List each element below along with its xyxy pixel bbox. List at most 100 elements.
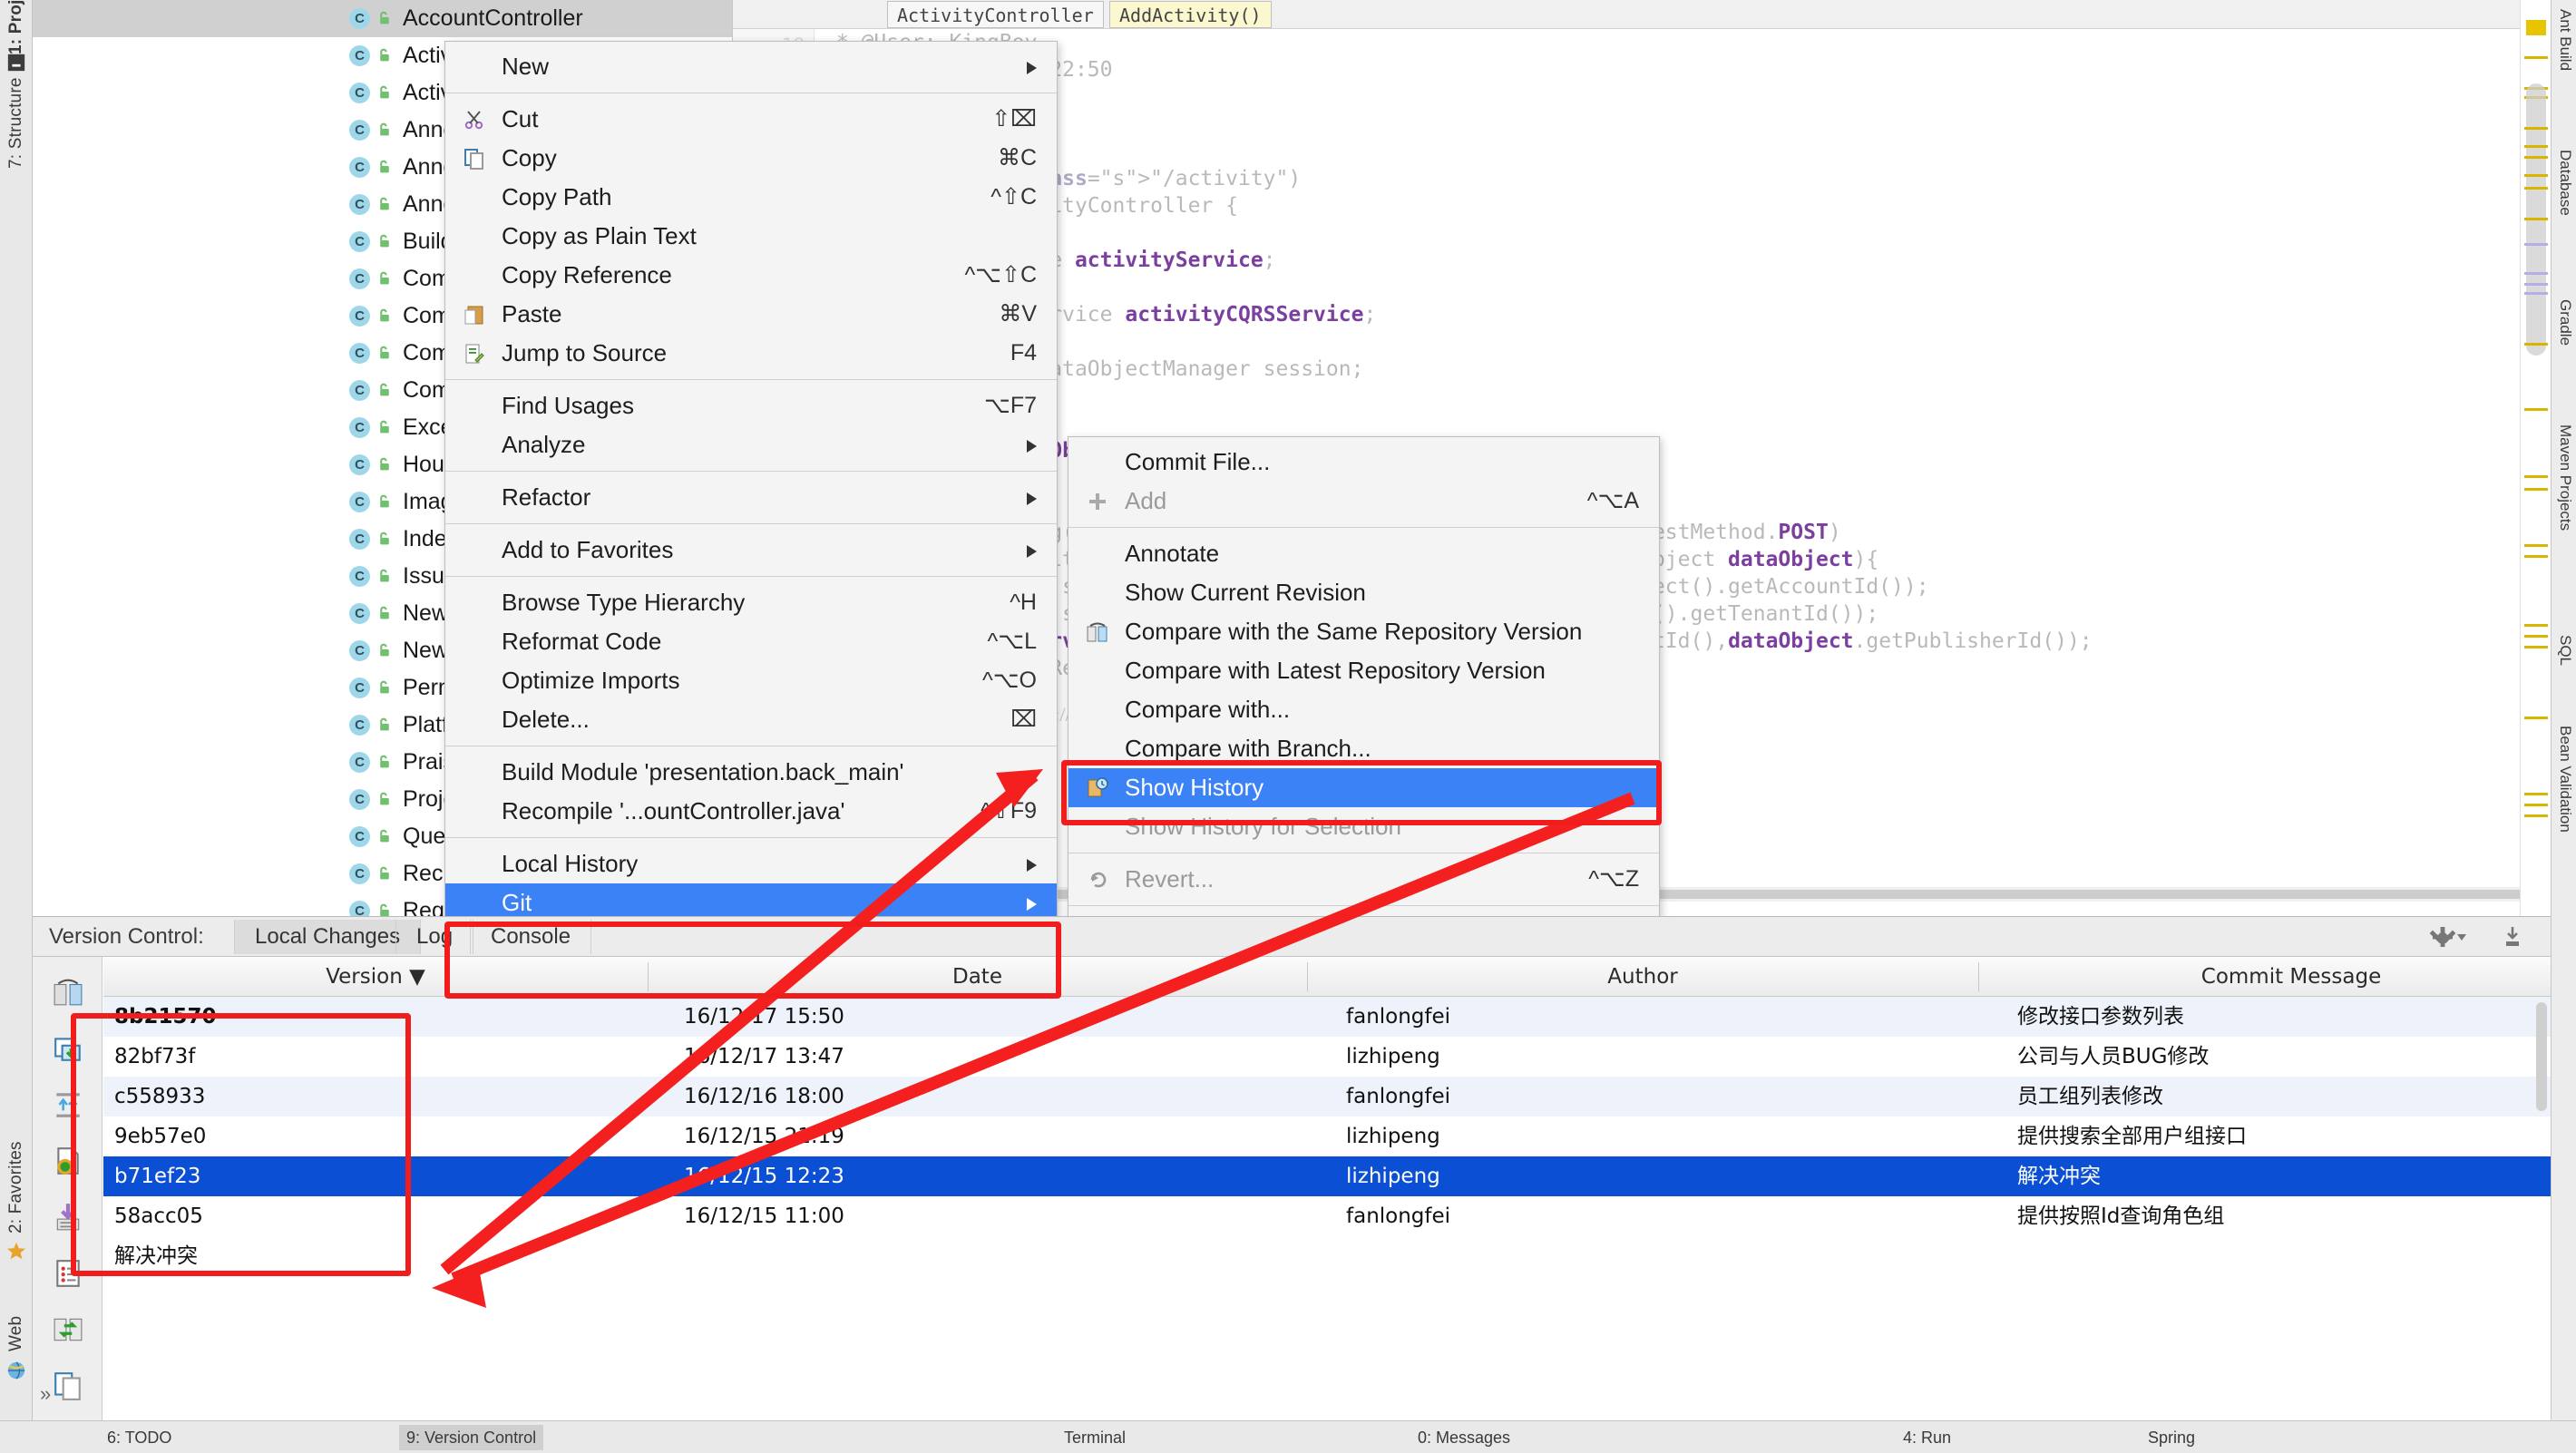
commit-history-table[interactable]: Version ▼ Date Author Commit Message 8b2… (103, 957, 2551, 1421)
git-menu-item-commit-file[interactable]: Commit File... (1068, 443, 1659, 482)
menu-item-label: Analyze (502, 431, 586, 458)
menu-item-paste[interactable]: Paste⌘V (445, 295, 1057, 334)
editor-marker-strip[interactable] (2520, 0, 2551, 916)
history-icon (1087, 777, 1108, 799)
menu-item-copy-as-plain-text[interactable]: Copy as Plain Text (445, 217, 1057, 256)
menu-item-label: Recompile '...ountController.java' (502, 797, 844, 824)
status-terminal[interactable]: Terminal (1057, 1425, 1133, 1450)
menu-item-accelerator: ⌥F7 (984, 386, 1037, 425)
git-menu-item-revert[interactable]: Revert...^⌥Z (1068, 860, 1659, 899)
commit-changes-icon[interactable] (53, 1089, 83, 1120)
sidebar-tab-ant-build[interactable]: Ant Build (2556, 9, 2574, 127)
menu-item-jump-to-source[interactable]: Jump to SourceF4 (445, 334, 1057, 373)
menu-item-find-usages[interactable]: Find Usages⌥F7 (445, 386, 1057, 425)
git-submenu[interactable]: Commit File...Add^⌥A AnnotateShow Current… (1068, 436, 1660, 958)
git-menu-item-add[interactable]: Add^⌥A (1068, 482, 1659, 521)
cell-commit-message: 解决冲突 (2017, 1156, 2101, 1196)
menu-item-copy-reference[interactable]: Copy Reference^⌥⇧C (445, 256, 1057, 295)
table-vscrollbar[interactable] (2536, 1002, 2547, 1111)
git-menu-item-show-current-revision[interactable]: Show Current Revision (1068, 573, 1659, 612)
lock-icon (377, 642, 393, 658)
menu-item-label: Git (502, 889, 532, 916)
menu-item-add-to-favorites[interactable]: Add to Favorites (445, 531, 1057, 570)
git-menu-item-annotate[interactable]: Annotate (1068, 534, 1659, 573)
gear-icon[interactable] (2429, 925, 2469, 949)
menu-item-accelerator: ⌘C (998, 139, 1037, 178)
vc-tab-local-changes[interactable]: Local Changes (234, 920, 421, 954)
menu-item-copy-path[interactable]: Copy Path^⇧C (445, 178, 1057, 217)
cell-commit-message: 员工组列表修改 (2017, 1077, 2163, 1117)
menu-item-delete[interactable]: Delete...⌧ (445, 700, 1057, 739)
compare-icon[interactable] (53, 977, 83, 1008)
expand-chevron-icon[interactable]: » (40, 1382, 51, 1406)
class-icon: C (349, 194, 370, 215)
git-menu-item-compare-same-repo-version[interactable]: Compare with the Same Repository Version (1068, 612, 1659, 651)
status-run[interactable]: 4: Run (1896, 1425, 1958, 1450)
breadcrumb-method[interactable]: AddActivity() (1109, 1, 1272, 28)
sidebar-tab-database[interactable]: Database (2556, 150, 2574, 277)
cell-version: c558933 (114, 1077, 205, 1117)
copy-icon (463, 148, 485, 170)
status-spring[interactable]: Spring (2141, 1425, 2202, 1450)
table-row[interactable]: 82bf73f16/12/17 13:47lizhipeng公司与人员BUG修改 (103, 1037, 2551, 1077)
hide-panel-icon[interactable] (2500, 925, 2525, 949)
version-control-panel: Version Control: Local Changes Log Conso… (33, 916, 2551, 1420)
sidebar-tab-sql[interactable]: SQL (2556, 635, 2574, 698)
move-changes-icon[interactable] (53, 1314, 83, 1345)
changelist-icon[interactable] (53, 1258, 83, 1289)
table-row-detail[interactable]: 解决冲突 (103, 1236, 2551, 1276)
git-menu-item-compare-latest-repo-version[interactable]: Compare with Latest Repository Version (1068, 651, 1659, 690)
minimize-icon[interactable] (6, 53, 26, 73)
cell-version: 82bf73f (114, 1037, 195, 1077)
update-project-icon[interactable] (53, 1033, 83, 1064)
sidebar-tab-web[interactable]: Web (6, 1288, 26, 1351)
menu-item-accelerator: ^⌥O (982, 661, 1037, 700)
menu-item-build-module[interactable]: Build Module 'presentation.back_main' (445, 753, 1057, 792)
column-date[interactable]: Date (648, 957, 1307, 997)
table-row[interactable]: 58acc0516/12/15 11:00fanlongfei提供按照Id查询角… (103, 1196, 2551, 1236)
git-menu-item-compare-with[interactable]: Compare with... (1068, 690, 1659, 729)
sort-desc-icon: ▼ (409, 965, 425, 989)
status-todo[interactable]: 6: TODO (100, 1425, 179, 1450)
sidebar-tab-bean-validation[interactable]: Bean Validation (2556, 726, 2574, 907)
copy-icon[interactable] (53, 1370, 83, 1401)
menu-item-label: Reformat Code (502, 628, 661, 655)
vc-tab-console[interactable]: Console (470, 920, 591, 954)
git-menu-item-compare-with-branch[interactable]: Compare with Branch... (1068, 729, 1659, 768)
shelve-changes-icon[interactable] (53, 1202, 83, 1233)
status-messages[interactable]: 0: Messages (1410, 1425, 1517, 1450)
menu-item-refactor[interactable]: Refactor (445, 478, 1057, 517)
sidebar-tab-maven-projects[interactable]: Maven Projects (2556, 424, 2574, 606)
sidebar-tab-gradle[interactable]: Gradle (2556, 299, 2574, 399)
class-icon: C (349, 752, 370, 773)
menu-item-recompile[interactable]: Recompile '...ountController.java'^⇧F9 (445, 792, 1057, 831)
status-version-control[interactable]: 9: Version Control (399, 1425, 543, 1450)
menu-item-browse-type-hierarchy[interactable]: Browse Type Hierarchy^H (445, 583, 1057, 622)
menu-item-copy[interactable]: Copy⌘C (445, 139, 1057, 178)
vc-tab-log[interactable]: Log (395, 920, 473, 954)
class-icon: C (349, 789, 370, 810)
menu-item-local-history[interactable]: Local History (445, 844, 1057, 883)
sidebar-tab-favorites[interactable]: 2: Favorites (6, 1079, 26, 1234)
git-menu-item-show-history[interactable]: Show History (1068, 768, 1659, 807)
menu-item-analyze[interactable]: Analyze (445, 425, 1057, 464)
column-commit-message[interactable]: Commit Message (1978, 957, 2576, 997)
menu-item-accelerator: ^⌥L (988, 622, 1037, 661)
column-author[interactable]: Author (1307, 957, 1978, 997)
menu-item-optimize-imports[interactable]: Optimize Imports^⌥O (445, 661, 1057, 700)
column-version[interactable]: Version ▼ (103, 957, 648, 997)
breadcrumb-class[interactable]: ActivityController (887, 1, 1104, 28)
git-menu-item-show-history-for-selection[interactable]: Show History for Selection (1068, 807, 1659, 846)
menu-item-cut[interactable]: Cut⇧⌧ (445, 100, 1057, 139)
table-row[interactable]: b71ef2316/12/15 12:23lizhipeng解决冲突 (103, 1156, 2551, 1196)
menu-item-reformat-code[interactable]: Reformat Code ^⌥L (445, 622, 1057, 661)
class-icon: C (349, 306, 370, 327)
lock-icon (377, 828, 393, 844)
rollback-icon[interactable] (53, 1146, 83, 1176)
menu-item-new[interactable]: New (445, 47, 1057, 86)
tree-item[interactable]: CAccountController (33, 0, 732, 37)
chevron-right-icon (1027, 62, 1037, 74)
table-row[interactable]: 9eb57e016/12/15 21:19lizhipeng提供搜索全部用户组接… (103, 1117, 2551, 1156)
table-row[interactable]: 8b2157016/12/17 15:50fanlongfei修改接口参数列表 (103, 997, 2551, 1037)
table-row[interactable]: c55893316/12/16 18:00fanlongfei员工组列表修改 (103, 1077, 2551, 1117)
